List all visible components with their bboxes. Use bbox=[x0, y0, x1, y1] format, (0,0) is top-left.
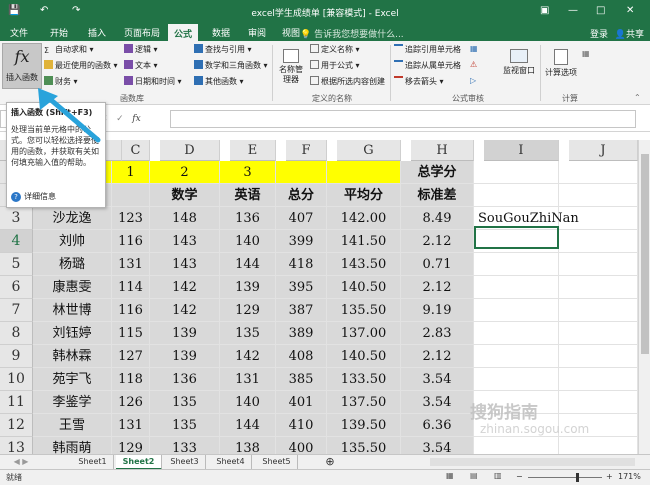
pointer-arrow-icon bbox=[38, 88, 101, 143]
arrow-head bbox=[38, 88, 58, 110]
arrow-shaft bbox=[41, 91, 101, 143]
excel-window: 💾 ↶ ↷ excel学生成绩单 [兼容模式] - Excel ▣ — □ ✕ … bbox=[0, 0, 650, 485]
